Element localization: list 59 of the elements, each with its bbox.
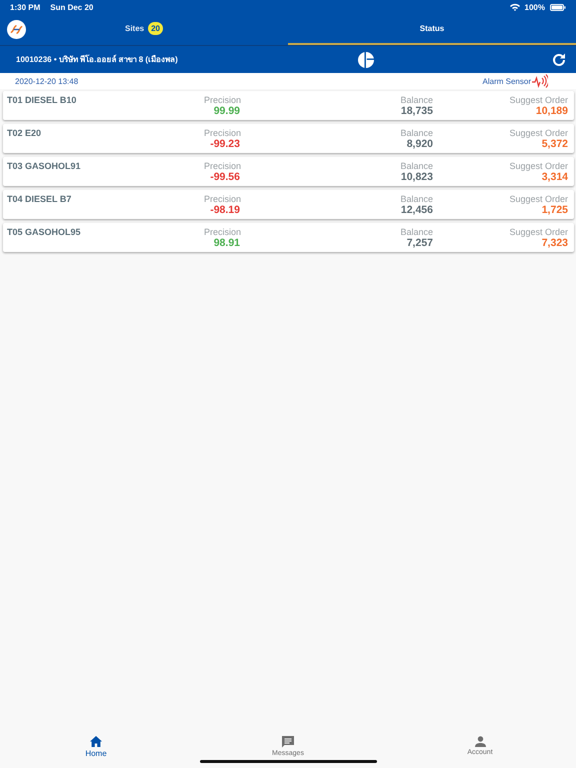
tank-card[interactable]: T05 GASOHOL95 Precision 98.91 Balance 7,257 Suggest Order 7,323	[3, 223, 574, 252]
balance-value: 18,735	[400, 105, 433, 117]
refresh-icon[interactable]	[552, 52, 566, 66]
suggest-order-label: Suggest Order	[509, 194, 568, 204]
tab[interactable]: Sites 20	[0, 14, 288, 45]
pie-chart-icon[interactable]	[358, 52, 374, 68]
status-time: 1:30 PM	[10, 2, 40, 12]
tank-name: T01 DIESEL B10	[7, 94, 78, 105]
balance-value: 7,257	[406, 237, 433, 249]
precision-value: 98.91	[214, 237, 240, 249]
balance-label: Balance	[400, 161, 433, 171]
precision-label: Precision	[204, 95, 241, 105]
person-icon	[474, 736, 486, 747]
suggest-order-label: Suggest Order	[509, 128, 568, 138]
precision-value: 99.99	[214, 105, 240, 117]
status-date: Sun Dec 20	[50, 2, 94, 12]
tank-card[interactable]: T01 DIESEL B10 Precision 99.99 Balance 18,735 Suggest Order 10,189	[3, 91, 574, 120]
suggest-order-value: 1,725	[542, 204, 568, 216]
balance-label: Balance	[400, 227, 433, 237]
site-title: 10010236 • บริษัท พีโอ.ออยล์ สาขา 8 (เมืองพล)	[16, 54, 179, 66]
suggest-order-value: 10,189	[536, 105, 568, 117]
tank-name: T04 DIESEL B7	[7, 193, 72, 204]
nav-tab[interactable]: Home	[0, 730, 192, 768]
tank-name: T02 E20	[7, 127, 42, 138]
battery-percent: 100%	[524, 2, 545, 12]
home-icon	[90, 736, 102, 747]
suggest-order-value: 7,323	[542, 237, 568, 249]
alarm-sensor-link[interactable]: Alarm Sensor	[482, 76, 531, 86]
suggest-order-label: Suggest Order	[509, 227, 568, 237]
suggest-order-value: 5,372	[542, 138, 568, 150]
tank-name: T03 GASOHOL91	[7, 160, 82, 171]
message-icon	[282, 736, 294, 748]
tab[interactable]: Status	[288, 14, 576, 45]
tank-card[interactable]: T04 DIESEL B7 Precision -98.19 Balance 12,456 Suggest Order 1,725	[3, 190, 574, 219]
suggest-order-label: Suggest Order	[509, 161, 568, 171]
precision-label: Precision	[204, 194, 241, 204]
battery-icon	[550, 4, 566, 10]
balance-value: 10,823	[400, 171, 433, 183]
count-badge: 20	[148, 22, 164, 35]
suggest-order-value: 3,314	[542, 171, 568, 183]
precision-label: Precision	[204, 161, 241, 171]
wifi-icon	[510, 3, 520, 11]
balance-label: Balance	[400, 194, 433, 204]
precision-label: Precision	[204, 128, 241, 138]
tank-name: T05 GASOHOL95	[7, 226, 82, 237]
precision-value: -99.23	[210, 138, 240, 150]
balance-label: Balance	[400, 128, 433, 138]
tank-card[interactable]: T02 E20 Precision -99.23 Balance 8,920 Suggest Order 5,372	[3, 124, 574, 153]
precision-value: -99.56	[210, 171, 240, 183]
sensor-wave-icon	[532, 74, 548, 88]
balance-value: 12,456	[400, 204, 433, 216]
tank-card[interactable]: T03 GASOHOL91 Precision -99.56 Balance 10,823 Suggest Order 3,314	[3, 157, 574, 186]
precision-value: -98.19	[210, 204, 240, 216]
balance-value: 8,920	[406, 138, 433, 150]
logo-icon	[7, 20, 26, 39]
balance-label: Balance	[400, 95, 433, 105]
suggest-order-label: Suggest Order	[509, 95, 568, 105]
timestamp: 2020-12-20 13:48	[15, 76, 78, 86]
precision-label: Precision	[204, 227, 241, 237]
